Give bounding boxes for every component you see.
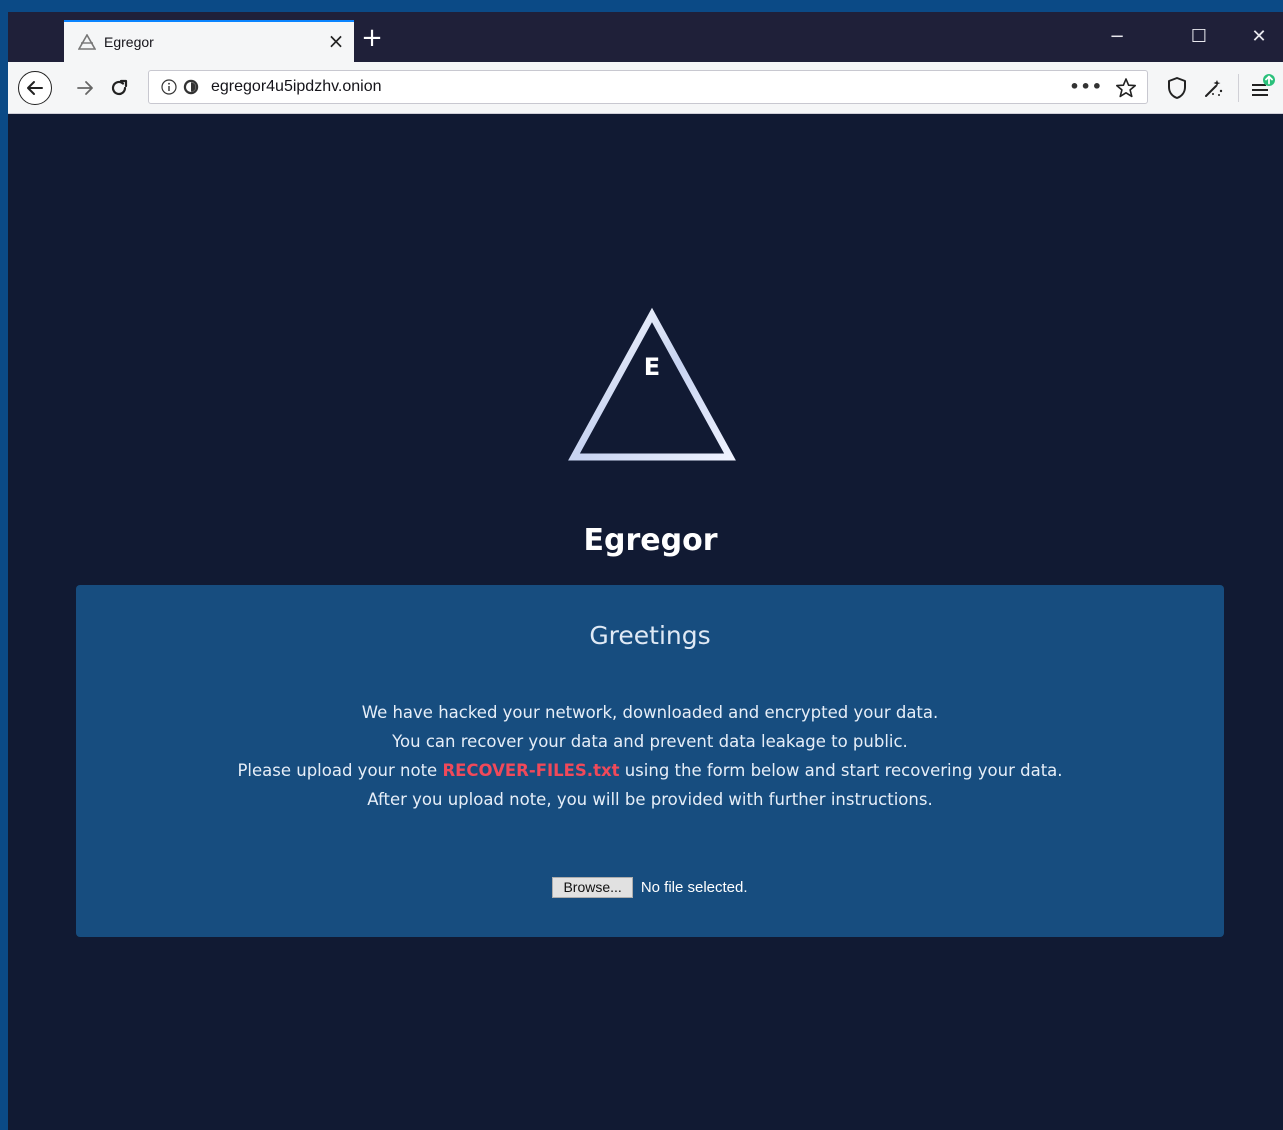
close-window-button[interactable]: ✕: [1248, 26, 1270, 48]
back-button[interactable]: [18, 71, 52, 105]
greeting-panel: Greetings We have hacked your network, d…: [76, 585, 1224, 937]
navigation-bar: egregor4u5ipdzhv.onion •••: [8, 62, 1283, 114]
info-icon[interactable]: [161, 79, 177, 95]
logo-letter: E: [644, 353, 660, 381]
browser-window: Egregor × + − ☐ ✕ egregor4u5ipdzhv.onion…: [8, 12, 1283, 1130]
egregor-logo: E: [568, 307, 736, 461]
file-upload-form: Browse... No file selected.: [76, 877, 1224, 898]
magic-button[interactable]: [1201, 75, 1225, 101]
file-status: No file selected.: [640, 879, 748, 896]
message-line-3: Please upload your note RECOVER-FILES.tx…: [76, 761, 1224, 780]
note-filename: RECOVER-FILES.txt: [442, 761, 620, 780]
maximize-button[interactable]: ☐: [1188, 26, 1210, 48]
egregor-favicon: [78, 34, 96, 50]
forward-arrow-icon: [77, 81, 93, 95]
url-text: egregor4u5ipdzhv.onion: [211, 78, 382, 95]
message-line-4: After you upload note, you will be provi…: [367, 790, 933, 809]
shield-icon: [1168, 77, 1186, 99]
message-line-3-before: Please upload your note: [237, 761, 443, 780]
magic-wand-icon: [1205, 80, 1223, 97]
reload-icon: [111, 79, 128, 96]
toolbar-separator: [1238, 74, 1239, 102]
tab-bar: Egregor × + − ☐ ✕: [8, 12, 1283, 62]
new-tab-button[interactable]: +: [360, 25, 384, 51]
onion-icon: [183, 79, 199, 95]
message-line-2: You can recover your data and prevent da…: [392, 732, 908, 751]
page-content: E Egregor Greetings We have hacked your …: [8, 115, 1283, 1130]
menu-update-icon: [1252, 74, 1275, 96]
browse-button[interactable]: Browse...: [552, 877, 633, 898]
back-arrow-icon: [27, 81, 43, 95]
reload-button[interactable]: [104, 73, 134, 103]
star-icon[interactable]: [1115, 77, 1137, 99]
address-bar[interactable]: egregor4u5ipdzhv.onion •••: [148, 70, 1148, 104]
brand-title: Egregor: [583, 523, 718, 558]
shield-button[interactable]: [1165, 75, 1189, 101]
page-actions-more-icon[interactable]: •••: [1069, 77, 1103, 96]
minimize-button[interactable]: −: [1106, 26, 1128, 48]
forward-button[interactable]: [70, 73, 100, 103]
menu-button[interactable]: [1248, 72, 1278, 102]
message-line-1: We have hacked your network, downloaded …: [361, 703, 939, 722]
message-line-3-after: using the form below and start recoverin…: [619, 761, 1063, 780]
tab-close-icon[interactable]: ×: [326, 31, 346, 51]
tab-egregor[interactable]: Egregor ×: [64, 20, 354, 62]
tab-title: Egregor: [104, 34, 154, 50]
panel-title: Greetings: [589, 621, 711, 650]
